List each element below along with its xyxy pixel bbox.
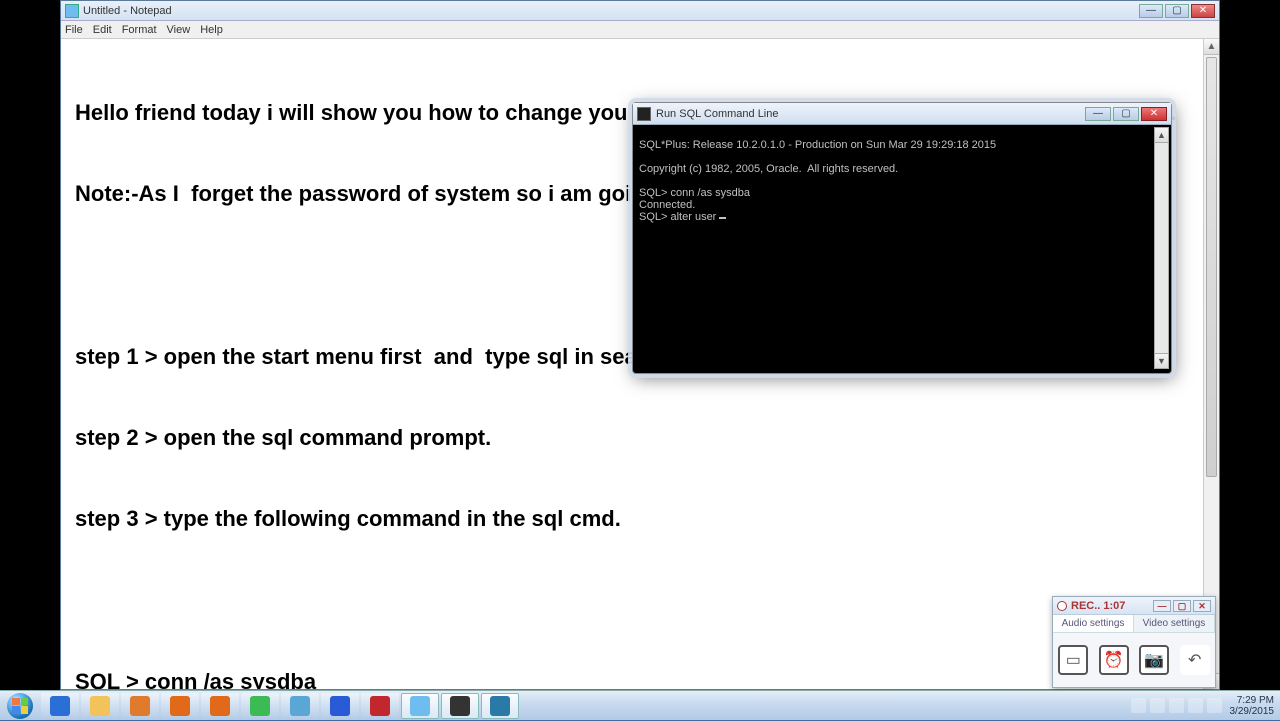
taskbar-item-notepad[interactable]	[401, 693, 439, 719]
minimize-button[interactable]: —	[1139, 4, 1163, 18]
firefox-icon	[210, 696, 230, 716]
notepad-titlebar[interactable]: Untitled - Notepad — ▢ ✕	[61, 1, 1219, 21]
chrome-icon	[250, 696, 270, 716]
scroll-up-icon[interactable]: ▲	[1155, 128, 1168, 143]
menu-edit[interactable]: Edit	[93, 24, 112, 36]
notepad-icon	[410, 696, 430, 716]
text-line: step 3 > type the following command in t…	[75, 505, 1205, 532]
recorder-tabs: Audio settings Video settings	[1053, 615, 1215, 633]
clock-date: 3/29/2015	[1230, 706, 1275, 717]
notepad-menubar: File Edit Format View Help	[61, 21, 1219, 39]
vlc-icon	[170, 696, 190, 716]
tray-icon[interactable]	[1207, 698, 1222, 713]
recorder-titlebar[interactable]: REC.. 1:07 — ▢ ✕	[1053, 597, 1215, 615]
letterbox-right	[1220, 0, 1280, 720]
sql-icon	[490, 696, 510, 716]
system-tray: 7:29 PM 3/29/2015	[1123, 695, 1280, 717]
notepad-title: Untitled - Notepad	[83, 5, 172, 17]
terminal-line: Copyright (c) 1982, 2005, Oracle. All ri…	[639, 163, 1151, 175]
taskbar-item-vlc[interactable]	[161, 693, 199, 719]
taskbar-item-pdf[interactable]	[361, 693, 399, 719]
wmp-icon	[130, 696, 150, 716]
tray-icon[interactable]	[1150, 698, 1165, 713]
taskbar-item-ie[interactable]	[41, 693, 79, 719]
taskbar-item-word[interactable]	[321, 693, 359, 719]
record-icon	[1057, 601, 1067, 611]
terminal-line: SQL> conn /as sysdba	[639, 187, 1151, 199]
menu-view[interactable]: View	[167, 24, 191, 36]
sql-command-window: Run SQL Command Line — ▢ ✕ SQL*Plus: Rel…	[632, 102, 1172, 374]
tab-video[interactable]: Video settings	[1134, 615, 1215, 632]
text-line: step 2 > open the sql command prompt.	[75, 424, 1205, 451]
notepad-icon	[65, 4, 79, 18]
taskbar-item-chrome[interactable]	[241, 693, 279, 719]
terminal-line: Connected.	[639, 199, 1151, 211]
taskbar-item-cmd[interactable]	[441, 693, 479, 719]
tab-audio[interactable]: Audio settings	[1053, 615, 1134, 632]
terminal-line: SQL> alter user	[639, 211, 1151, 223]
tray-icon[interactable]	[1169, 698, 1184, 713]
minimize-button[interactable]: —	[1153, 600, 1171, 612]
network-icon	[290, 696, 310, 716]
notepad-scrollbar[interactable]: ▲ ▼	[1203, 39, 1219, 689]
minimize-button[interactable]: —	[1085, 107, 1111, 121]
taskbar: 7:29 PM 3/29/2015	[0, 690, 1280, 720]
menu-help[interactable]: Help	[200, 24, 223, 36]
tray-icon[interactable]	[1188, 698, 1203, 713]
clock-time: 7:29 PM	[1230, 695, 1275, 706]
taskbar-item-sql[interactable]	[481, 693, 519, 719]
close-button[interactable]: ✕	[1193, 600, 1211, 612]
cmd-title: Run SQL Command Line	[656, 108, 779, 120]
taskbar-item-explorer[interactable]	[81, 693, 119, 719]
scroll-up-icon[interactable]: ▲	[1204, 39, 1219, 55]
taskbar-item-firefox[interactable]	[201, 693, 239, 719]
start-button[interactable]	[0, 691, 40, 721]
timer-icon[interactable]: ⏰	[1099, 645, 1129, 675]
letterbox-left	[0, 0, 60, 720]
text-line: SQL > conn /as sysdba	[75, 668, 1205, 689]
terminal-line: SQL*Plus: Release 10.2.0.1.0 - Productio…	[639, 139, 1151, 151]
undo-icon[interactable]: ↶	[1180, 645, 1210, 675]
scroll-thumb[interactable]	[1206, 57, 1217, 477]
tray-icon[interactable]	[1131, 698, 1146, 713]
recorder-toolbar: ▭ ⏰ 📷 ↶	[1053, 633, 1215, 687]
cmd-terminal[interactable]: SQL*Plus: Release 10.2.0.1.0 - Productio…	[637, 125, 1153, 369]
close-button[interactable]: ✕	[1191, 4, 1215, 18]
word-icon	[330, 696, 350, 716]
close-button[interactable]: ✕	[1141, 107, 1167, 121]
menu-format[interactable]: Format	[122, 24, 157, 36]
maximize-button[interactable]: ▢	[1173, 600, 1191, 612]
maximize-button[interactable]: ▢	[1113, 107, 1139, 121]
camera-icon[interactable]: 📷	[1139, 645, 1169, 675]
taskbar-item-wmp[interactable]	[121, 693, 159, 719]
cmd-titlebar[interactable]: Run SQL Command Line — ▢ ✕	[633, 103, 1171, 125]
scroll-down-icon[interactable]: ▼	[1155, 353, 1168, 368]
cmd-icon	[637, 107, 651, 121]
cmd-scrollbar[interactable]: ▲ ▼	[1154, 127, 1169, 369]
windows-logo-icon	[7, 693, 33, 719]
ie-icon	[50, 696, 70, 716]
explorer-icon	[90, 696, 110, 716]
cursor-icon	[719, 217, 726, 219]
taskbar-clock[interactable]: 7:29 PM 3/29/2015	[1230, 695, 1275, 717]
cmd-icon	[450, 696, 470, 716]
recorder-title: REC.. 1:07	[1071, 600, 1125, 612]
maximize-button[interactable]: ▢	[1165, 4, 1189, 18]
taskbar-item-network[interactable]	[281, 693, 319, 719]
pdf-icon	[370, 696, 390, 716]
fullscreen-icon[interactable]: ▭	[1058, 645, 1088, 675]
screen-recorder-window: REC.. 1:07 — ▢ ✕ Audio settings Video se…	[1052, 596, 1216, 688]
menu-file[interactable]: File	[65, 24, 83, 36]
